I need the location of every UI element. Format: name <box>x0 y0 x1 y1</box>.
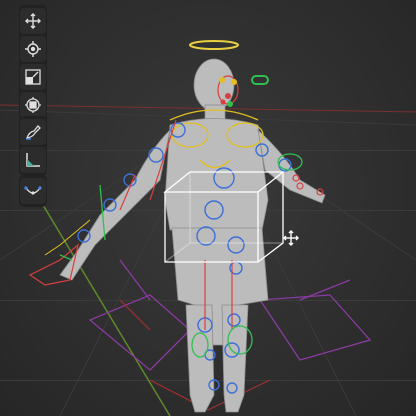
move-arrows-icon <box>25 13 41 29</box>
rotate-tool-button[interactable] <box>20 36 46 62</box>
move-tool-button[interactable] <box>20 8 46 34</box>
scale-icon <box>25 69 41 85</box>
head-halo <box>189 40 239 50</box>
viewport-scene <box>0 40 416 416</box>
pen-curve-icon <box>26 125 41 140</box>
transform-icon <box>25 97 41 113</box>
annotate-tool-button[interactable] <box>20 119 46 145</box>
rotate-icon <box>25 41 41 57</box>
curve-tool-button[interactable] <box>20 178 46 204</box>
annotation-toolbar <box>19 116 47 176</box>
scale-tool-button[interactable] <box>20 64 46 90</box>
3d-viewport[interactable] <box>0 0 416 416</box>
measure-tool-button[interactable] <box>20 147 46 173</box>
curve-toolbar <box>19 175 47 207</box>
transform-tool-button[interactable] <box>20 92 46 118</box>
bezier-curve-icon <box>24 186 42 195</box>
ruler-angle-icon <box>26 153 40 167</box>
transform-toolbar <box>19 5 47 121</box>
move-cursor-icon <box>283 230 299 246</box>
